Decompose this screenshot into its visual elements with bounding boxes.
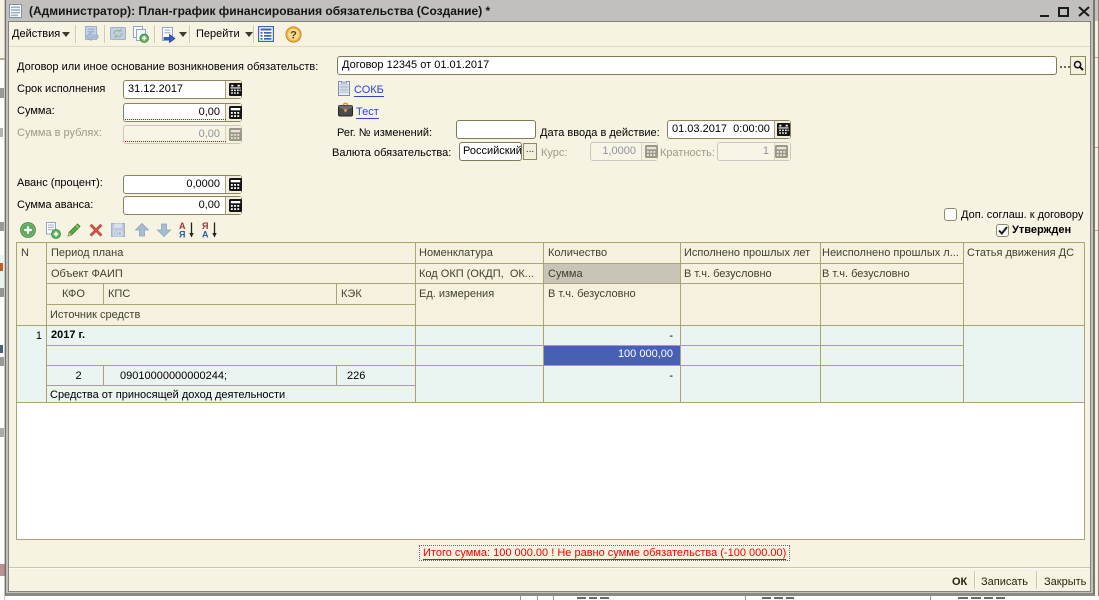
svg-text:А: А (202, 230, 209, 239)
svg-text:?: ? (290, 30, 297, 42)
svg-text:ОК: ОК (114, 232, 122, 238)
svg-text:Я: Я (179, 230, 185, 239)
